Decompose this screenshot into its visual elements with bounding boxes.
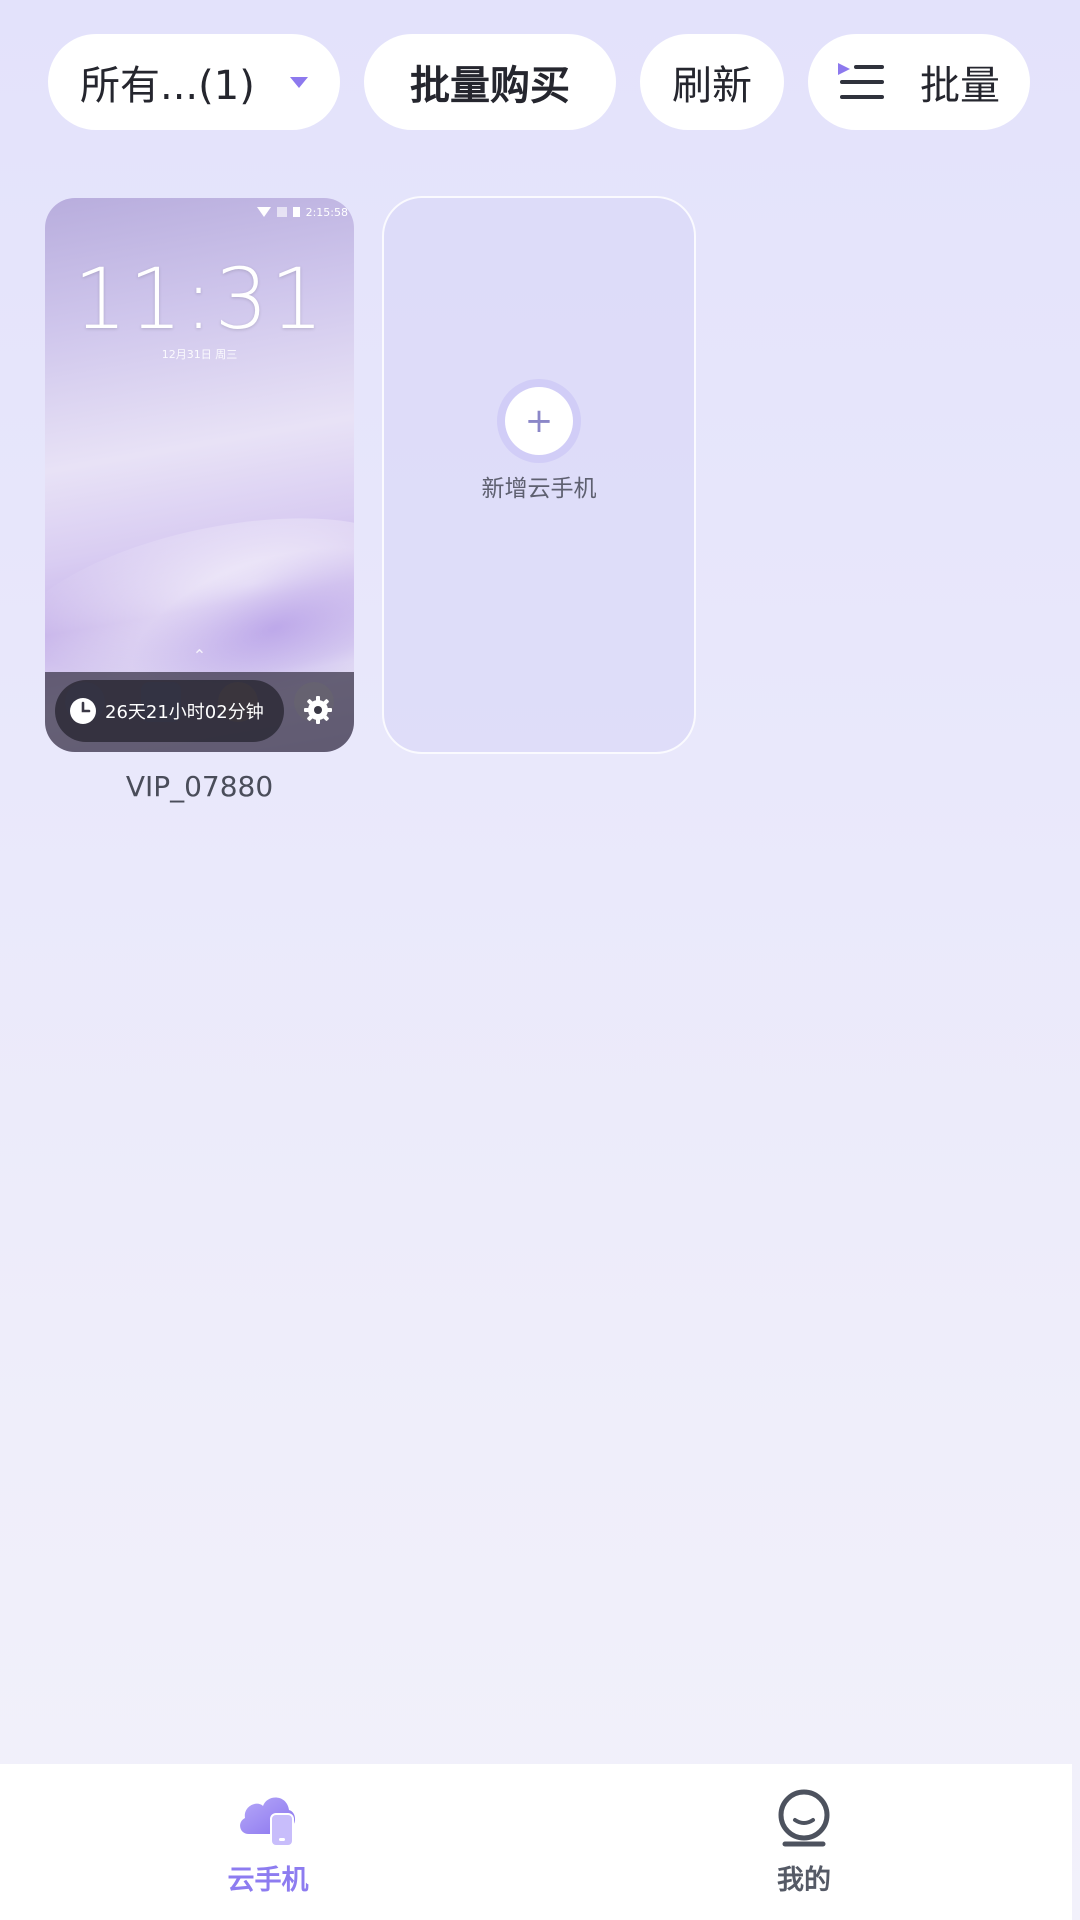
device-name[interactable]: VIP_07880 [45, 770, 354, 803]
refresh-button[interactable]: 刷新 [640, 34, 784, 130]
cloud-phone-card[interactable]: 2:15:58 11:31 12月31日 周三 ⌃ 26天21小时02分钟 [45, 198, 354, 752]
wifi-icon [256, 207, 271, 217]
nav-label-cloud-phone: 云手机 [227, 1865, 309, 1896]
remaining-time-text: 26天21小时02分钟 [105, 702, 264, 723]
plus-icon: + [505, 387, 573, 455]
batch-buy-label: 批量购买 [410, 63, 570, 109]
lockscreen-date: 12月31日 周三 [161, 348, 238, 361]
group-filter-label: 所有...(1) [80, 63, 255, 109]
device-status-time: 2:15:58 [305, 205, 348, 219]
profile-icon [773, 1786, 835, 1848]
nav-label-profile: 我的 [777, 1865, 831, 1896]
refresh-label: 刷新 [672, 63, 752, 109]
batch-label: 批量 [920, 63, 1000, 109]
bottom-nav: 云手机 我的 [0, 1764, 1072, 1920]
batch-buy-button[interactable]: 批量购买 [364, 34, 616, 130]
list-icon [838, 63, 886, 101]
batch-button[interactable]: 批量 [808, 34, 1030, 130]
add-cloud-phone-card[interactable]: + 新增云手机 [382, 196, 696, 754]
nav-tab-profile[interactable]: 我的 [536, 1764, 1072, 1920]
cloud-phone-icon [235, 1786, 301, 1848]
add-cloud-phone-label: 新增云手机 [481, 476, 597, 502]
top-toolbar: 所有...(1) 批量购买 刷新 批量 [48, 34, 1032, 130]
gear-icon [303, 695, 333, 729]
chevron-up-icon: ⌃ [192, 646, 207, 665]
caret-down-icon [290, 76, 308, 88]
clock-icon [69, 697, 97, 725]
device-settings-button[interactable] [292, 686, 344, 738]
group-filter-dropdown[interactable]: 所有...(1) [48, 34, 340, 130]
nav-tab-cloud-phone[interactable]: 云手机 [0, 1764, 536, 1920]
device-status-bar: 2:15:58 [256, 202, 348, 222]
remaining-time-badge: 26天21小时02分钟 [55, 680, 284, 742]
battery-icon [292, 207, 300, 217]
lockscreen-clock: 11:31 [73, 250, 326, 348]
signal-icon [276, 207, 287, 217]
